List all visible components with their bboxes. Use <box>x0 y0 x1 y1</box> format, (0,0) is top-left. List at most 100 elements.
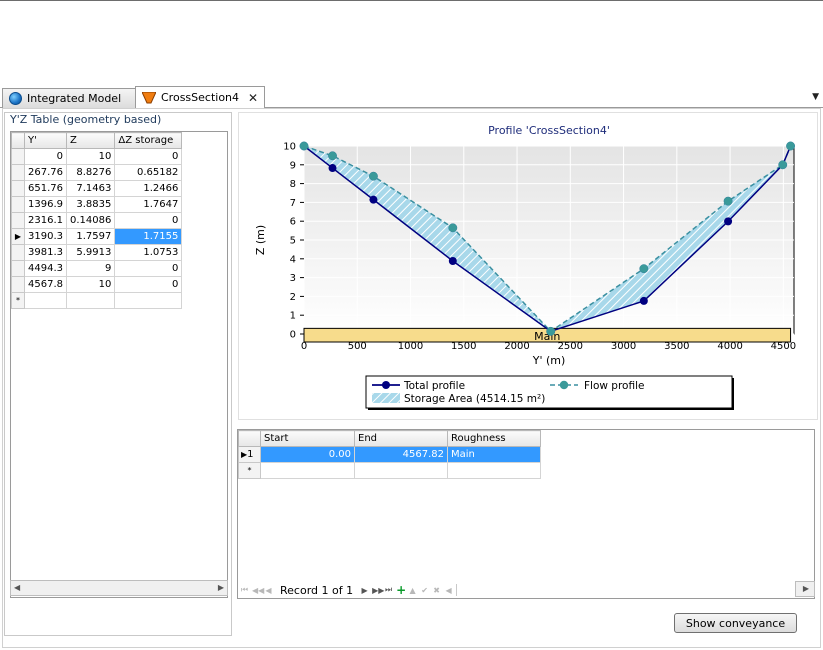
profile-chart[interactable]: Profile 'CrossSection4' 0 500 1000 1500 2000 2… <box>238 112 818 420</box>
last-record-icon[interactable]: ⏭ <box>384 585 393 595</box>
cell-y[interactable]: 2316.1 <box>24 212 67 229</box>
first-record-icon[interactable]: ⏮ <box>240 585 249 595</box>
next-record-icon[interactable]: ▶ <box>360 586 369 595</box>
table-row[interactable]: 0 10 0 <box>11 148 183 165</box>
row-header[interactable] <box>11 164 25 181</box>
cell-roughness[interactable] <box>447 462 541 479</box>
cell-y[interactable]: 3190.3 <box>24 228 67 245</box>
cell-start[interactable] <box>260 462 355 479</box>
x-tick-label: 2500 <box>558 341 583 352</box>
table-row[interactable]: 4494.3 9 0 <box>11 260 183 277</box>
sections-grid[interactable]: Start End Roughness ▶1 0.00 4567.82 Main… <box>237 429 815 599</box>
row-header[interactable] <box>11 244 25 261</box>
table-row[interactable]: ▶1 0.00 4567.82 Main <box>238 446 541 463</box>
table-row[interactable]: ▶ 3190.3 1.7597 1.7155 <box>11 228 183 245</box>
row-header[interactable] <box>11 212 25 229</box>
cell-dz-storage[interactable]: 1.7647 <box>114 196 183 213</box>
scroll-left-icon[interactable]: ◀ <box>14 583 20 592</box>
flow-profile-point <box>368 171 378 181</box>
cell-end[interactable] <box>354 462 448 479</box>
cell-start[interactable]: 0.00 <box>260 446 355 463</box>
table-row[interactable]: 651.76 7.1463 1.2466 <box>11 180 183 197</box>
previous-page-icon[interactable]: ◀◀ <box>252 586 264 595</box>
cancel-record-icon[interactable]: ✖ <box>432 586 441 595</box>
row-header[interactable] <box>11 196 25 213</box>
cell-z[interactable]: 9 <box>65 260 116 277</box>
show-conveyance-button[interactable]: Show conveyance <box>674 613 797 633</box>
y-tick-label: 10 <box>283 142 296 153</box>
cell-y[interactable]: 0 <box>24 148 67 165</box>
scroll-right-icon[interactable]: ▶ <box>803 584 809 593</box>
table-row[interactable]: 4567.8 10 0 <box>11 276 183 293</box>
yz-horizontal-scrollbar[interactable]: ◀ ▶ <box>10 580 228 596</box>
cell-y[interactable]: 267.76 <box>24 164 67 181</box>
sections-horizontal-scrollbar[interactable]: ▶ <box>795 581 815 597</box>
column-header-y[interactable]: Y' <box>24 132 67 149</box>
column-header-roughness[interactable]: Roughness <box>447 430 541 447</box>
cell-z[interactable]: 10 <box>65 148 116 165</box>
save-record-icon[interactable]: ✔ <box>420 586 429 595</box>
scroll-right-icon[interactable]: ▶ <box>218 583 224 592</box>
table-row[interactable]: 267.76 8.8276 0.65182 <box>11 164 183 181</box>
new-row[interactable]: * <box>238 462 541 479</box>
cell-dz-storage[interactable]: 0 <box>114 260 183 277</box>
y-axis-label: Z (m) <box>254 225 267 255</box>
new-row-cell[interactable] <box>65 292 116 309</box>
column-header-dz-storage[interactable]: ΔZ storage <box>114 132 183 149</box>
delete-record-icon[interactable]: ▲ <box>408 586 417 595</box>
record-label: Record 1 of 1 <box>280 583 354 597</box>
cell-y[interactable]: 3981.3 <box>24 244 67 261</box>
yz-table-grid[interactable]: Y' Z ΔZ storage 0 10 0 267.76 8.8276 0.65182 6… <box>10 131 228 598</box>
cell-y[interactable]: 651.76 <box>24 180 67 197</box>
row-header[interactable] <box>11 180 25 197</box>
cell-z[interactable]: 5.9913 <box>65 244 116 261</box>
previous-record-icon[interactable]: ◀ <box>264 586 273 595</box>
cell-y[interactable]: 4494.3 <box>24 260 67 277</box>
cell-z[interactable]: 1.7597 <box>65 228 116 245</box>
new-row-marker: * <box>11 292 25 309</box>
cell-dz-storage[interactable]: 1.0753 <box>114 244 183 261</box>
tab-list-dropdown-icon[interactable]: ▼ <box>812 92 819 102</box>
next-page-icon[interactable]: ▶▶ <box>372 586 384 595</box>
cell-y[interactable]: 4567.8 <box>24 276 67 293</box>
cell-y[interactable]: 1396.9 <box>24 196 67 213</box>
tab-integrated-model[interactable]: Integrated Model <box>2 88 144 108</box>
row-header[interactable]: ▶1 <box>238 446 261 463</box>
row-header[interactable] <box>11 148 25 165</box>
tab-strip: Integrated Model CrossSection4 ✕ ▼ <box>0 86 823 108</box>
cell-z[interactable]: 10 <box>65 276 116 293</box>
row-header[interactable] <box>11 260 25 277</box>
cell-dz-storage[interactable]: 1.7155 <box>114 228 183 245</box>
new-row[interactable]: * <box>11 292 183 309</box>
cell-dz-storage[interactable]: 0 <box>114 212 183 229</box>
column-header-end[interactable]: End <box>354 430 448 447</box>
flow-profile-point <box>786 141 796 151</box>
cell-dz-storage[interactable]: 0 <box>114 148 183 165</box>
table-row[interactable]: 3981.3 5.9913 1.0753 <box>11 244 183 261</box>
cell-z[interactable]: 3.8835 <box>65 196 116 213</box>
x-axis-label: Y' (m) <box>532 354 566 367</box>
cell-dz-storage[interactable]: 0 <box>114 276 183 293</box>
legend-flow-marker <box>559 380 569 390</box>
table-row[interactable]: 2316.1 0.14086 0 <box>11 212 183 229</box>
add-record-icon[interactable]: + <box>396 583 406 597</box>
y-tick-label: 9 <box>290 160 296 171</box>
scroll-left-icon[interactable]: ◀ <box>444 586 453 595</box>
cell-dz-storage[interactable]: 1.2466 <box>114 180 183 197</box>
table-row[interactable]: 1396.9 3.8835 1.7647 <box>11 196 183 213</box>
close-icon[interactable]: ✕ <box>248 91 258 105</box>
row-header[interactable] <box>11 276 25 293</box>
cell-dz-storage[interactable]: 0.65182 <box>114 164 183 181</box>
column-header-z[interactable]: Z <box>65 132 116 149</box>
new-row-cell[interactable] <box>24 292 67 309</box>
cell-z[interactable]: 0.14086 <box>65 212 116 229</box>
row-header[interactable]: ▶ <box>11 228 25 245</box>
cell-end[interactable]: 4567.82 <box>354 446 448 463</box>
column-header-start[interactable]: Start <box>260 430 355 447</box>
tab-crosssection4[interactable]: CrossSection4 ✕ <box>135 86 266 108</box>
y-tick-label: 7 <box>290 198 296 209</box>
cell-roughness[interactable]: Main <box>447 446 541 463</box>
new-row-cell[interactable] <box>114 292 183 309</box>
cell-z[interactable]: 8.8276 <box>65 164 116 181</box>
cell-z[interactable]: 7.1463 <box>65 180 116 197</box>
